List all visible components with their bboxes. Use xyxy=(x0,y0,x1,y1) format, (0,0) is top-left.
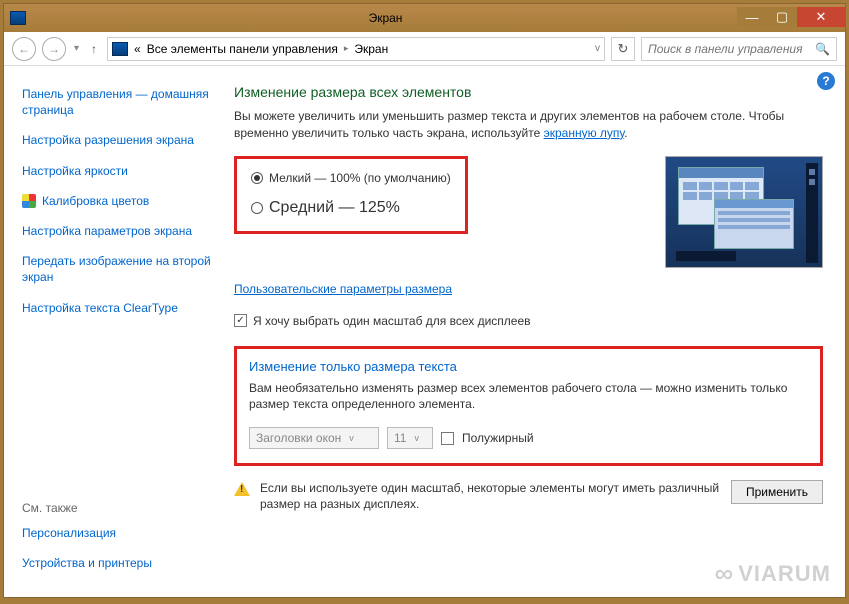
size-combo-value: 11 xyxy=(394,431,406,445)
text-size-highlight: Изменение только размера текста Вам необ… xyxy=(234,346,823,467)
minimize-button[interactable]: — xyxy=(737,7,767,27)
window-frame: Экран — ▢ ✕ ← → ▾ ↑ « Все элементы панел… xyxy=(3,3,846,598)
refresh-button[interactable]: ↻ xyxy=(611,37,635,61)
main-content: ? Изменение размера всех элементов Вы мо… xyxy=(216,66,845,597)
display-preview xyxy=(665,156,823,268)
up-button[interactable]: ↑ xyxy=(87,42,101,56)
apply-button[interactable]: Применить xyxy=(731,480,823,504)
bold-label: Полужирный xyxy=(462,431,534,445)
radio-icon xyxy=(251,202,263,214)
sidebar-link-personalization[interactable]: Персонализация xyxy=(22,525,212,541)
breadcrumb-separator-icon: ▸ xyxy=(344,43,349,54)
help-icon[interactable]: ? xyxy=(817,72,835,90)
sidebar: Панель управления — домашняя страница На… xyxy=(4,66,216,597)
close-button[interactable]: ✕ xyxy=(797,7,845,27)
nav-toolbar: ← → ▾ ↑ « Все элементы панели управления… xyxy=(4,32,845,66)
breadcrumb-item[interactable]: Экран xyxy=(354,42,388,56)
breadcrumb-item[interactable]: Все элементы панели управления xyxy=(147,42,338,56)
app-icon xyxy=(10,11,26,25)
element-combo-value: Заголовки окон xyxy=(256,431,341,445)
sidebar-link-home[interactable]: Панель управления — домашняя страница xyxy=(22,86,212,118)
radio-small-label: Мелкий — 100% (по умолчанию) xyxy=(269,171,451,185)
radio-icon xyxy=(251,172,263,184)
watermark: ∞ VIARUM xyxy=(715,558,831,589)
search-input[interactable] xyxy=(648,42,815,56)
sidebar-link-display-settings[interactable]: Настройка параметров экрана xyxy=(22,223,212,239)
section-heading: Изменение только размера текста xyxy=(249,359,808,374)
warning-text: Если вы используете один масштаб, некото… xyxy=(260,480,721,512)
radio-small[interactable]: Мелкий — 100% (по умолчанию) xyxy=(251,171,451,185)
shield-icon xyxy=(22,194,36,208)
size-combo[interactable]: 11 v xyxy=(387,427,433,449)
page-description: Вы можете увеличить или уменьшить размер… xyxy=(234,108,823,142)
sidebar-link-calibrate[interactable]: Калибровка цветов xyxy=(42,193,149,209)
page-heading: Изменение размера всех элементов xyxy=(234,84,823,100)
sidebar-link-resolution[interactable]: Настройка разрешения экрана xyxy=(22,132,212,148)
single-scale-checkbox-row[interactable]: ✓ Я хочу выбрать один масштаб для всех д… xyxy=(234,314,823,328)
scale-options-highlight: Мелкий — 100% (по умолчанию) Средний — 1… xyxy=(234,156,468,234)
radio-medium-label: Средний — 125% xyxy=(269,199,400,217)
sidebar-link-devices[interactable]: Устройства и принтеры xyxy=(22,555,212,571)
forward-button[interactable]: → xyxy=(42,37,66,61)
element-combo[interactable]: Заголовки окон v xyxy=(249,427,379,449)
section-description: Вам необязательно изменять размер всех э… xyxy=(249,380,808,414)
infinity-icon: ∞ xyxy=(715,558,735,589)
back-button[interactable]: ← xyxy=(12,37,36,61)
search-icon[interactable]: 🔍 xyxy=(815,42,830,56)
warning-icon xyxy=(234,482,250,496)
chevron-down-icon: v xyxy=(414,433,419,443)
window-title: Экран xyxy=(34,11,737,25)
sidebar-link-cleartype[interactable]: Настройка текста ClearType xyxy=(22,300,212,316)
single-scale-label: Я хочу выбрать один масштаб для всех дис… xyxy=(253,314,531,328)
sidebar-link-brightness[interactable]: Настройка яркости xyxy=(22,163,212,179)
checkbox-icon[interactable]: ✓ xyxy=(234,314,247,327)
sidebar-link-project[interactable]: Передать изображение на второй экран xyxy=(22,253,212,285)
address-bar[interactable]: « Все элементы панели управления ▸ Экран… xyxy=(107,37,605,61)
radio-medium[interactable]: Средний — 125% xyxy=(251,199,451,217)
magnifier-link[interactable]: экранную лупу xyxy=(544,126,625,140)
history-dropdown-icon[interactable]: ▾ xyxy=(72,43,81,54)
location-icon xyxy=(112,42,128,56)
breadcrumb-prefix: « xyxy=(134,42,141,56)
search-box[interactable]: 🔍 xyxy=(641,37,837,61)
bold-checkbox[interactable] xyxy=(441,432,454,445)
chevron-down-icon: v xyxy=(349,433,354,443)
window-buttons: — ▢ ✕ xyxy=(737,7,845,29)
maximize-button[interactable]: ▢ xyxy=(767,7,797,27)
titlebar[interactable]: Экран — ▢ ✕ xyxy=(4,4,845,32)
see-also-heading: См. также xyxy=(22,501,212,515)
custom-size-link[interactable]: Пользовательские параметры размера xyxy=(234,282,452,296)
address-dropdown-icon[interactable]: v xyxy=(595,43,600,54)
